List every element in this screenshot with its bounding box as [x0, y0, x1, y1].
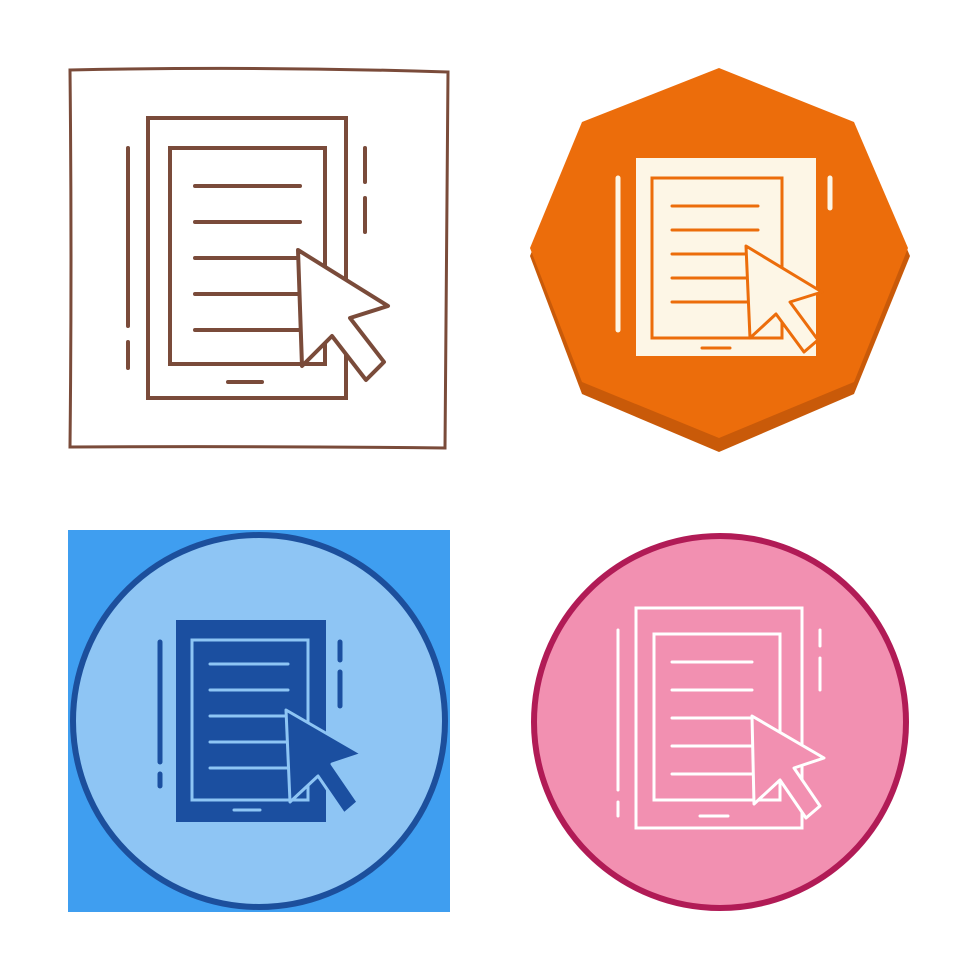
- tablet-document-cursor-icon: [531, 533, 909, 911]
- icon-blue-circle-square: [0, 490, 490, 980]
- icon-orange-octagon: [490, 0, 980, 490]
- tablet-document-cursor-icon: [68, 530, 450, 912]
- icon-outline-square: [0, 0, 490, 490]
- tablet-document-cursor-icon: [68, 66, 450, 450]
- tablet-document-cursor-icon: [530, 68, 910, 452]
- icon-pink-circle: [490, 490, 980, 980]
